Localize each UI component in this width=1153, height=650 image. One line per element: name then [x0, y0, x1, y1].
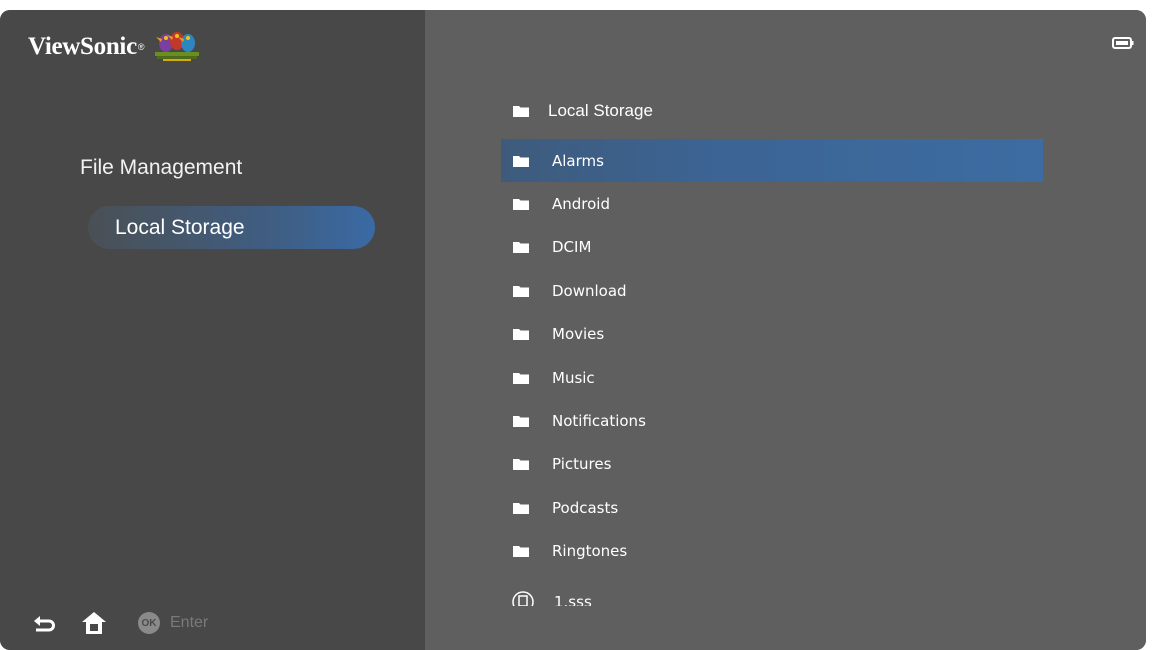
list-item-label: DCIM — [552, 238, 592, 257]
list-item-dcim[interactable]: DCIM — [501, 226, 1043, 269]
file-management-title: File Management — [80, 156, 243, 179]
list-item-partial[interactable]: 1.sss — [511, 580, 631, 606]
folder-icon — [513, 329, 529, 341]
folder-list: Alarms Android DCIM Download Movies Musi… — [501, 139, 1043, 573]
ok-badge: OK — [138, 612, 160, 634]
folder-icon — [513, 546, 529, 558]
list-item-label: Pictures — [552, 455, 612, 474]
list-item-download[interactable]: Download — [501, 269, 1043, 312]
list-item-label: Notifications — [552, 412, 646, 431]
back-arrow-icon[interactable] — [30, 609, 58, 637]
list-item-label: Download — [552, 281, 627, 300]
list-item-label: Movies — [552, 325, 605, 344]
folder-icon — [513, 459, 529, 471]
sidebar: ViewSonic ® File Management Local Storage — [0, 10, 425, 650]
folder-icon — [513, 502, 529, 514]
list-item-label: 1.sss — [554, 593, 592, 606]
current-path-label: Local Storage — [548, 101, 653, 120]
enter-label: Enter — [170, 614, 209, 631]
list-item-alarms[interactable]: Alarms — [501, 139, 1043, 183]
sidebar-item-local-storage[interactable]: Local Storage — [88, 206, 375, 249]
brand-logo: ViewSonic ® — [28, 30, 201, 64]
folder-icon — [513, 155, 529, 167]
brand-name: ViewSonic — [28, 33, 137, 60]
list-item-label: Ringtones — [552, 542, 628, 561]
brand-reg-mark: ® — [137, 42, 145, 52]
battery-icon — [1112, 37, 1134, 49]
main-panel: Local Storage Alarms Android DCIM Downlo… — [425, 10, 1146, 650]
folder-icon — [513, 372, 529, 384]
home-icon[interactable] — [80, 609, 108, 637]
sd-card-icon — [512, 591, 534, 606]
screen: ViewSonic ® File Management Local Storage — [0, 10, 1146, 650]
footer-controls: OK Enter — [30, 608, 208, 638]
list-item-ringtones[interactable]: Ringtones — [501, 530, 1043, 573]
list-item-label: Alarms — [552, 151, 604, 170]
list-item-pictures[interactable]: Pictures — [501, 443, 1043, 486]
list-item-label: Podcasts — [552, 498, 619, 517]
folder-icon — [513, 242, 529, 254]
list-item-movies[interactable]: Movies — [501, 313, 1043, 356]
list-item-android[interactable]: Android — [501, 182, 1043, 225]
birds-logo-icon — [154, 32, 199, 61]
list-item-label: Android — [552, 195, 610, 214]
sidebar-item-label: Local Storage — [115, 216, 245, 239]
list-item-label: Music — [552, 368, 595, 387]
folder-icon — [513, 416, 529, 428]
list-item-music[interactable]: Music — [501, 356, 1043, 399]
folder-icon — [513, 285, 529, 297]
list-item-podcasts[interactable]: Podcasts — [501, 486, 1043, 529]
folder-icon — [513, 106, 529, 117]
folder-icon — [513, 199, 529, 211]
breadcrumb: Local Storage — [513, 99, 653, 123]
list-item-notifications[interactable]: Notifications — [501, 399, 1043, 442]
